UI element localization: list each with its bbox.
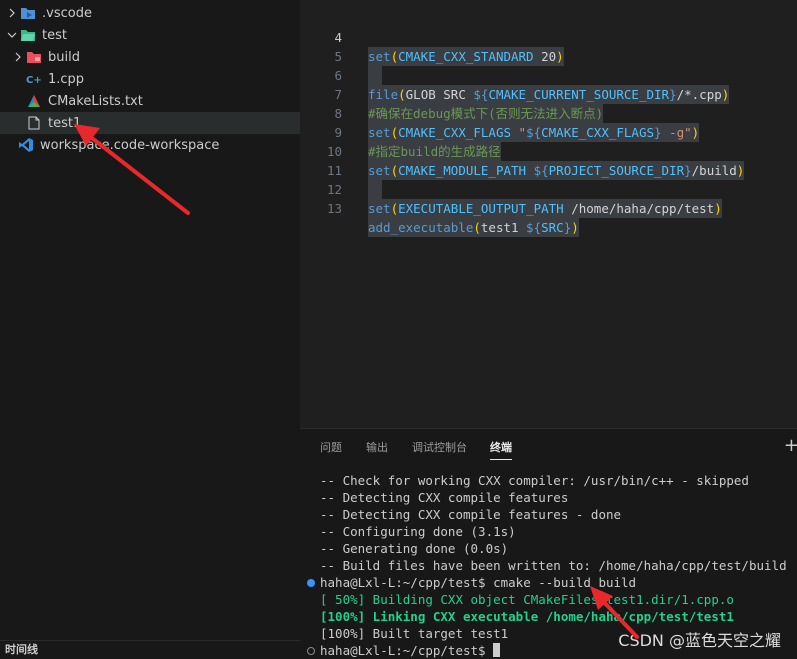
code-line: 4 set(CMAKE_CXX_STANDARD 20) <box>300 9 797 66</box>
tree-item-test1[interactable]: test1 <box>0 112 300 134</box>
code-line: 8 set(CMAKE_CXX_FLAGS "${CMAKE_CXX_FLAGS… <box>300 85 797 142</box>
command-pending-dot-icon <box>307 647 315 655</box>
terminal-line: -- Build files have been written to: /ho… <box>320 558 787 573</box>
cpp-file-icon: C++ <box>26 71 42 87</box>
bottom-panel: 问题 输出 调试控制台 终端 + -- Check for working CX… <box>300 428 797 659</box>
terminal-line: [100%] Linking CXX executable /home/haha… <box>320 609 734 624</box>
tree-item-label: workspace.code-workspace <box>40 137 220 153</box>
code-line: 6 file(GLOB SRC ${CMAKE_CURRENT_SOURCE_D… <box>300 47 797 104</box>
tab-problems[interactable]: 问题 <box>320 439 342 455</box>
tab-output[interactable]: 输出 <box>366 439 388 455</box>
build-folder-icon <box>26 49 42 65</box>
tab-terminal[interactable]: 终端 <box>490 439 512 460</box>
tree-item-workspace[interactable]: workspace.code-workspace <box>0 134 300 156</box>
tree-item-label: build <box>48 49 80 65</box>
code-text: add_executable(test1 ${SRC}) <box>368 218 579 237</box>
code-line: 7 #确保在debug模式下(否则无法进入断点) <box>300 66 797 123</box>
tree-item-test[interactable]: test <box>0 24 300 46</box>
line-number: 13 <box>326 201 342 216</box>
terminal-line: -- Generating done (0.0s) <box>320 541 509 556</box>
terminal-line: -- Detecting CXX compile features <box>320 490 569 505</box>
command-success-dot-icon <box>307 579 315 587</box>
vscode-file-icon <box>18 137 34 153</box>
code-line: 13 add_executable(test1 ${SRC}) <box>300 180 797 237</box>
cmake-file-icon <box>26 93 42 109</box>
csdn-watermark: CSDN @蓝色天空之耀 <box>618 631 781 650</box>
terminal-line: -- Detecting CXX compile features - done <box>320 507 622 522</box>
terminal-line: [100%] Built target test1 <box>320 626 509 641</box>
tree-item-label: 1.cpp <box>48 71 85 87</box>
terminal-command-line: haha@Lxl-L:~/cpp/test$ cmake --build bui… <box>320 575 637 590</box>
tree-item-label: .vscode <box>42 5 92 21</box>
tree-item-vscode[interactable]: .vscode <box>0 2 300 24</box>
code-line: 11 <box>300 142 797 199</box>
tree-item-build[interactable]: build <box>0 46 300 68</box>
code-line: 10 set(CMAKE_MODULE_PATH ${PROJECT_SOURC… <box>300 123 797 180</box>
tree-item-label: test1 <box>48 115 82 131</box>
terminal-line: -- Check for working CXX compiler: /usr/… <box>320 473 749 488</box>
vscode-folder-icon <box>20 5 36 21</box>
chevron-down-icon <box>4 27 20 43</box>
terminal-cursor <box>493 643 501 657</box>
file-icon <box>26 115 42 131</box>
code-text: set(EXECUTABLE_OUTPUT_PATH /home/haha/cp… <box>368 199 722 218</box>
svg-text:C++: C++ <box>26 75 42 85</box>
tab-debug-console[interactable]: 调试控制台 <box>412 439 467 455</box>
explorer-sidebar: .vscode test build C++ 1.cpp CMakeLists.… <box>0 0 300 659</box>
terminal-prompt-line[interactable]: haha@Lxl-L:~/cpp/test$ <box>320 642 501 659</box>
panel-tabs: 问题 输出 调试控制台 终端 + <box>300 429 797 463</box>
terminal-line: [ 50%] Building CXX object CMakeFiles/te… <box>320 592 734 607</box>
code-line: 12 set(EXECUTABLE_OUTPUT_PATH /home/haha… <box>300 161 797 218</box>
code-line: 9 #指定build的生成路径 <box>300 104 797 161</box>
folder-open-icon <box>20 27 36 43</box>
chevron-right-icon <box>4 5 20 21</box>
code-editor[interactable]: 4 set(CMAKE_CXX_STANDARD 20) 5 6 file(GL… <box>300 0 797 428</box>
terminal-line: -- Configuring done (3.1s) <box>320 524 516 539</box>
add-terminal-icon[interactable]: + <box>784 435 797 456</box>
tree-item-label: CMakeLists.txt <box>48 93 143 109</box>
chevron-right-icon <box>10 49 26 65</box>
terminal-prompt: haha@Lxl-L:~/cpp/test$ <box>320 643 494 658</box>
tree-item-1cpp[interactable]: C++ 1.cpp <box>0 68 300 90</box>
timeline-section-header[interactable]: 时间线 <box>0 640 300 659</box>
code-line: 5 <box>300 28 797 85</box>
tree-item-cmakelists[interactable]: CMakeLists.txt <box>0 90 300 112</box>
tree-item-label: test <box>42 27 67 43</box>
